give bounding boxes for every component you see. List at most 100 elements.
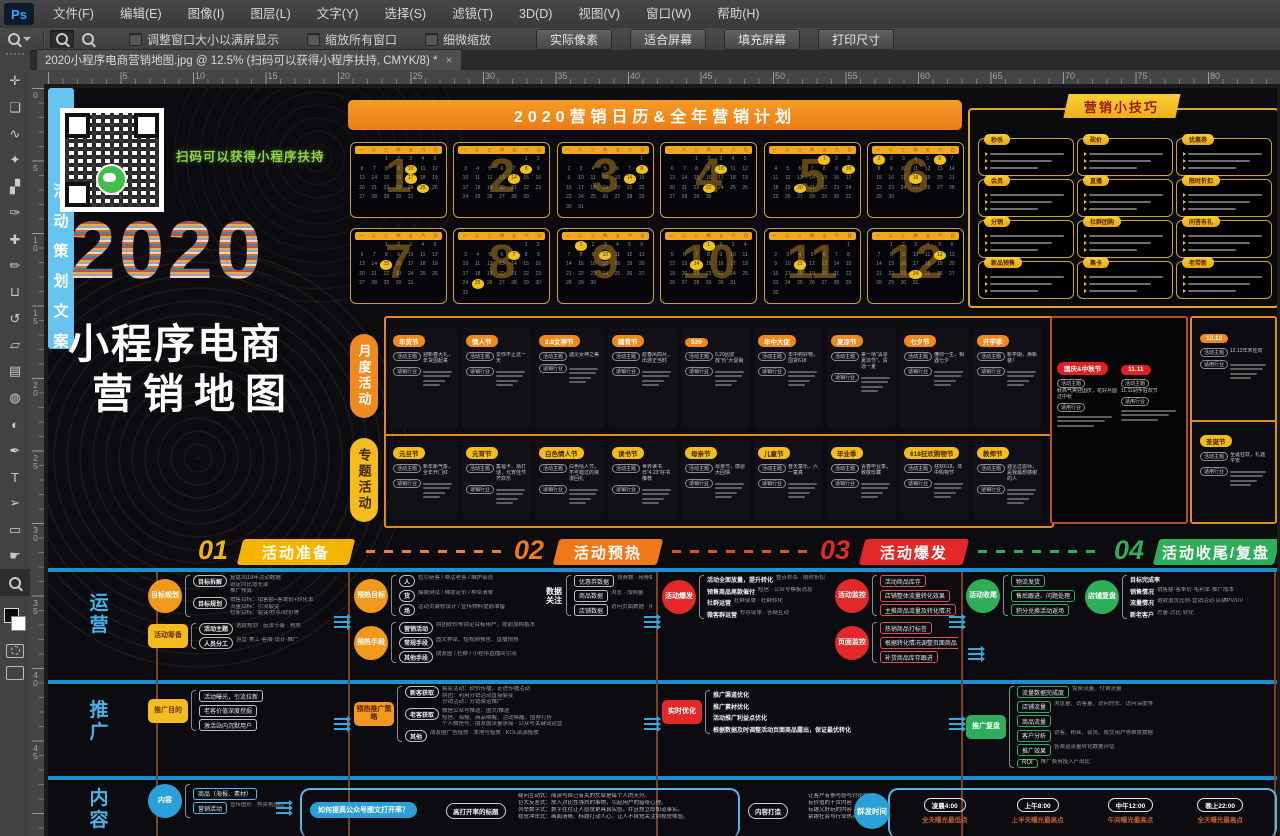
text-bar: [990, 208, 1038, 210]
document-canvas[interactable]: 扫码可以获得小程序扶持 2020 小程序电商 营销地图 2020营销日历&全年营…: [44, 84, 1280, 836]
dodge-tool[interactable]: ◐: [0, 411, 30, 437]
menu-item-图层(L)[interactable]: 图层(L): [237, 0, 303, 28]
lasso-tool[interactable]: ∿: [0, 121, 30, 147]
map-branch: 售后跟进、问题处理: [1011, 590, 1075, 602]
branch-line: 朋友圈 / 社群 / 小程序直播间引流: [436, 651, 517, 658]
ps-logo-icon[interactable]: Ps: [4, 3, 34, 25]
checkbox-缩放所有窗口[interactable]: 缩放所有窗口: [307, 31, 397, 48]
branch-line: 秒杀促单 · 答疑互动: [740, 610, 789, 617]
tip-label: 会员: [984, 175, 1010, 186]
tip-label: 直播: [1083, 175, 1109, 186]
healing-brush-tool[interactable]: ✚: [0, 226, 30, 252]
tip-bullet-row: [985, 282, 1067, 286]
color-swatches[interactable]: [0, 606, 30, 636]
ruler-number: 0: [31, 91, 40, 99]
send-time-中午12:00: 中午12:00午间曝光最高点: [1108, 798, 1154, 824]
menu-item-帮助(H)[interactable]: 帮助(H): [704, 0, 772, 28]
menu-item-图像(I)[interactable]: 图像(I): [175, 0, 238, 28]
panel-grip[interactable]: [6, 53, 24, 65]
zoom-in-button[interactable]: [50, 30, 74, 48]
clone-stamp-tool[interactable]: ⊔: [0, 279, 30, 305]
menu-item-视图(V)[interactable]: 视图(V): [565, 0, 633, 28]
background-color[interactable]: [11, 616, 26, 631]
screen-mode-icon[interactable]: [6, 666, 24, 680]
close-icon[interactable]: ×: [446, 54, 453, 66]
hand-tool[interactable]: ☛: [0, 543, 30, 569]
checkbox-box[interactable]: [425, 33, 438, 46]
day-cell: 27: [496, 193, 508, 203]
menu-item-编辑(E)[interactable]: 编辑(E): [107, 0, 175, 28]
map-group: 数据关注优惠券数据领券数 · 用券数 · 转化率商品数据浏览 · 加购量店铺数据…: [545, 575, 652, 616]
brush-tool[interactable]: ✏: [0, 253, 30, 279]
text-bar: [423, 492, 445, 494]
type-tool[interactable]: T: [0, 464, 30, 490]
menu-item-文件(F)[interactable]: 文件(F): [40, 0, 107, 28]
pen-tool[interactable]: ✒: [0, 437, 30, 463]
day-cell: 13: [794, 174, 806, 184]
day-cell: 14: [368, 260, 380, 270]
checkbox-细微缩放[interactable]: 细微缩放: [425, 31, 491, 48]
day-cell: 22: [842, 270, 854, 280]
button-打印尺寸[interactable]: 打印尺寸: [818, 29, 894, 50]
bullet-arrow-icon: [985, 159, 988, 163]
path-selection-tool[interactable]: ➢: [0, 490, 30, 516]
day-cell: 20: [818, 270, 830, 280]
zoom-tool-preset[interactable]: [0, 33, 39, 45]
branch-label: 物流发货: [1011, 575, 1045, 587]
day-cell: 6: [794, 165, 806, 175]
menu-item-文字(Y)[interactable]: 文字(Y): [304, 0, 372, 28]
poster-image: 扫码可以获得小程序扶持 2020 小程序电商 营销地图 2020营销日历&全年营…: [48, 88, 1277, 836]
branch-lines: 运营·美工·客服·设计·推广: [236, 637, 298, 644]
checkbox-调整窗口大小以满屏显示[interactable]: 调整窗口大小以满屏显示: [129, 31, 279, 48]
quick-mask-icon[interactable]: [6, 644, 24, 658]
day-cell: 29: [703, 279, 715, 289]
eyedropper-tool[interactable]: ✑: [0, 200, 30, 226]
magic-wand-tool[interactable]: ✦: [0, 147, 30, 173]
day-cell: 24: [405, 270, 417, 280]
crop-tool[interactable]: ▞: [0, 174, 30, 200]
calendar-month-2: 一二三四五六日212345678910111213141516171819202…: [453, 142, 550, 218]
move-tool[interactable]: ✛: [0, 68, 30, 94]
day-cell: 23: [830, 184, 842, 194]
menu-item-滤镜(T)[interactable]: 滤镜(T): [439, 0, 506, 28]
day-empty: [575, 155, 587, 165]
day-cell: 1: [885, 241, 897, 251]
branch-label: 老客价值深度挖掘: [199, 705, 257, 717]
text-bar: [1089, 153, 1163, 155]
calendar-banner: 2020营销日历&全年营销计划: [348, 100, 962, 130]
row-label-内容: 内容: [86, 788, 112, 832]
industry-bars: [1007, 485, 1038, 504]
text-bar: [642, 502, 659, 504]
menu-item-选择(S)[interactable]: 选择(S): [371, 0, 439, 28]
button-填充屏幕[interactable]: 填充屏幕: [724, 29, 800, 50]
checkbox-label: 调整窗口大小以满屏显示: [147, 31, 279, 48]
day-cell: 20: [496, 184, 508, 194]
tip-bullet-row: [1084, 241, 1166, 245]
gradient-tool[interactable]: ▤: [0, 358, 30, 384]
zoom-out-button[interactable]: [76, 30, 100, 48]
document-tab[interactable]: 2020小程序电商营销地图.jpg @ 12.5% (扫码可以获得小程序扶持, …: [36, 49, 462, 70]
shape-tool[interactable]: ▭: [0, 517, 30, 543]
menu-item-窗口(W)[interactable]: 窗口(W): [633, 0, 704, 28]
checkbox-box[interactable]: [129, 33, 142, 46]
marquee-tool[interactable]: ❏: [0, 94, 30, 120]
day-cell: 21: [508, 270, 520, 280]
calendar-month-7: 一二三四五六日712345678910111213141516171819202…: [350, 228, 447, 304]
festival-title: 年货节: [393, 335, 425, 347]
eraser-tool[interactable]: ▱: [0, 332, 30, 358]
zoom-tool[interactable]: [0, 569, 30, 595]
map-group: 活动筹备活动主题选款规划 · 玩法节奏 · 预热人员分工运营·美工·客服·设计·…: [148, 623, 313, 650]
checkbox-box[interactable]: [307, 33, 320, 46]
menu-item-3D(D)[interactable]: 3D(D): [506, 0, 565, 28]
history-brush-tool[interactable]: ↺: [0, 306, 30, 332]
blur-tool[interactable]: ◍: [0, 385, 30, 411]
industry-row: 适销行业: [904, 479, 965, 498]
button-实际像素[interactable]: 实际像素: [536, 29, 612, 50]
text-bar: [788, 384, 805, 386]
title-line: 疑问互动式：阅读与自己有关的文章是每个人的天分。: [518, 793, 733, 800]
button-适合屏幕[interactable]: 适合屏幕: [630, 29, 706, 50]
day-cell: 22: [818, 184, 830, 194]
day-cell: 24: [782, 279, 794, 289]
bullet-arrow-icon: [985, 241, 988, 245]
day-cell: 14: [368, 174, 380, 184]
